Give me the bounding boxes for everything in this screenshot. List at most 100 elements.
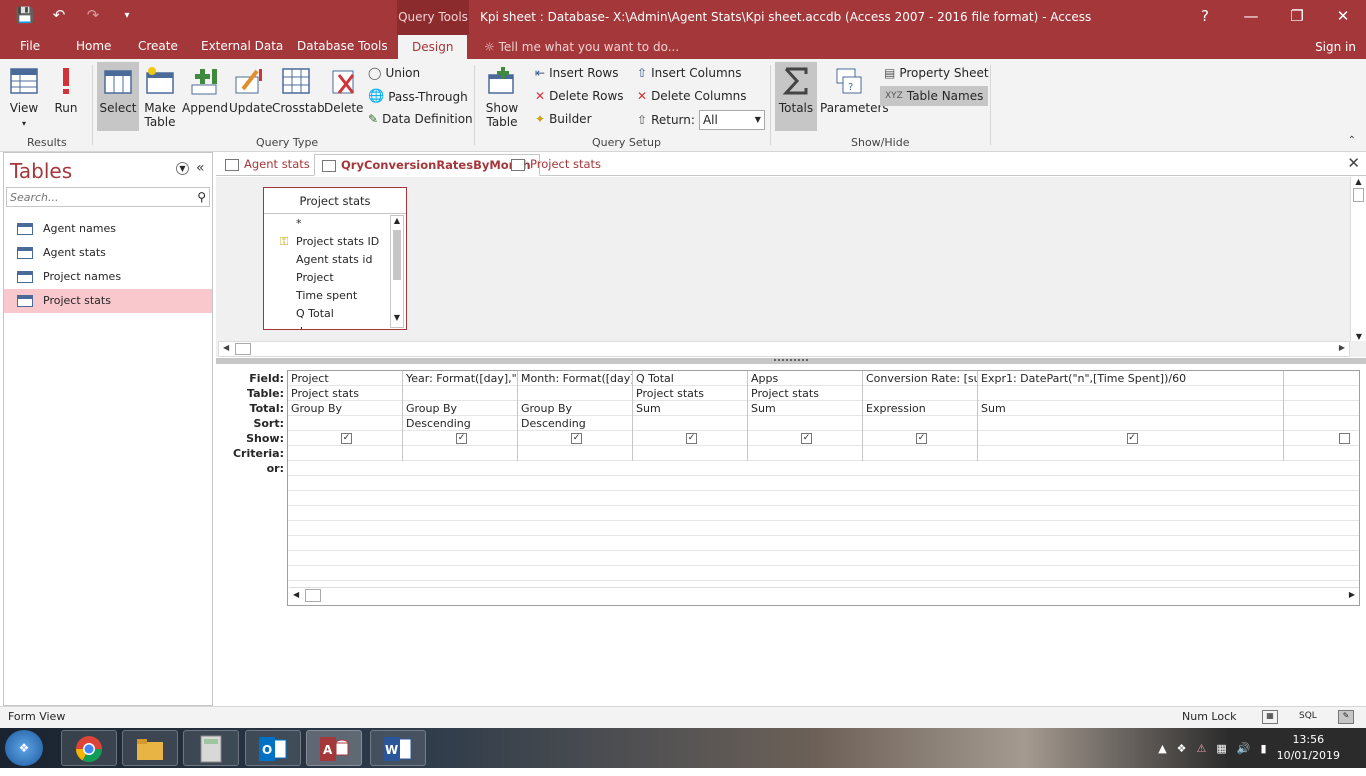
scroll-up-icon[interactable]: ▲ <box>391 216 403 230</box>
table-pane-vscrollbar[interactable]: ▲ ▼ <box>1350 177 1366 341</box>
redo-icon[interactable]: ↷ <box>82 6 104 24</box>
cell-field[interactable] <box>1284 371 1359 386</box>
field-item-key[interactable]: ⚿ Project stats ID <box>264 233 390 251</box>
scroll-thumb[interactable] <box>393 230 401 280</box>
sign-in-link[interactable]: Sign in <box>1315 40 1356 54</box>
field-list-scrollbar[interactable]: ▲ ▼ <box>390 215 404 328</box>
cell-total[interactable] <box>1284 401 1359 416</box>
cell-sort[interactable] <box>863 416 977 431</box>
view-button[interactable]: View ▾ <box>6 65 42 131</box>
show-hidden-icons-icon[interactable]: ▲ <box>1158 742 1166 755</box>
cell-table[interactable] <box>518 386 632 401</box>
scroll-thumb[interactable] <box>305 589 321 602</box>
delete-query-button[interactable]: Delete <box>324 65 363 131</box>
select-query-button[interactable]: Select <box>97 62 139 131</box>
clock[interactable]: 13:56 10/01/2019 <box>1277 732 1340 764</box>
network-warning-icon[interactable]: ⚠ <box>1197 742 1207 755</box>
close-document-icon[interactable]: ✕ <box>1347 154 1360 172</box>
show-checkbox[interactable]: ✓ <box>686 433 697 444</box>
append-button[interactable]: Append <box>182 65 228 131</box>
cell-criteria[interactable] <box>288 446 402 461</box>
cell-total[interactable]: Group By <box>403 401 517 416</box>
windows-start-icon[interactable]: ❖ <box>5 730 43 766</box>
scroll-thumb[interactable] <box>1353 188 1364 202</box>
undo-icon[interactable]: ↶ <box>48 6 70 24</box>
nav-item-project-names[interactable]: Project names <box>4 265 212 289</box>
design-view-icon[interactable]: ✎ <box>1338 710 1354 724</box>
make-table-button[interactable]: Make Table <box>143 65 177 131</box>
customize-qat-icon[interactable]: ▾ <box>116 10 138 21</box>
cell-field[interactable]: Q Total <box>633 371 747 386</box>
show-checkbox-unchecked[interactable] <box>1339 433 1350 444</box>
crosstab-button[interactable]: Crosstab <box>272 65 325 131</box>
run-button[interactable]: Run <box>50 65 82 131</box>
cell-sort[interactable]: Descending <box>518 416 632 431</box>
cell-table[interactable]: Project stats <box>748 386 862 401</box>
cell-table[interactable]: Project stats <box>633 386 747 401</box>
chrome-taskbar-icon[interactable] <box>61 730 117 766</box>
show-checkbox[interactable]: ✓ <box>341 433 352 444</box>
tab-design[interactable]: Design <box>398 35 468 59</box>
scroll-up-icon[interactable]: ▲ <box>1351 177 1366 186</box>
cell-field[interactable]: Apps <box>748 371 862 386</box>
pass-through-button[interactable]: 🌐 Pass-Through <box>368 89 468 104</box>
update-button[interactable]: Update <box>229 65 272 131</box>
cell-total[interactable]: Group By <box>288 401 402 416</box>
cell-criteria[interactable] <box>863 446 977 461</box>
scroll-thumb[interactable] <box>235 343 251 355</box>
delete-columns-button[interactable]: ✕ Delete Columns <box>637 89 747 103</box>
cell-field[interactable]: Expr1: DatePart("n",[Time Spent])/60 <box>978 371 1283 386</box>
collapse-pane-icon[interactable]: « <box>196 160 205 176</box>
tab-agent-stats[interactable]: Agent stats <box>218 154 318 176</box>
property-sheet-button[interactable]: ▤ Property Sheet <box>884 66 989 80</box>
builder-button[interactable]: ✦ Builder <box>535 112 592 126</box>
sql-view-button[interactable]: SQL <box>1299 711 1317 721</box>
volume-icon[interactable]: 🔊 <box>1237 742 1251 755</box>
field-list-project-stats[interactable]: Project stats * ⚿ Project stats ID Agent … <box>263 187 407 330</box>
cell-table[interactable]: Project stats <box>288 386 402 401</box>
cell-field[interactable]: Project <box>288 371 402 386</box>
nav-search-input[interactable] <box>7 188 187 206</box>
scroll-right-icon[interactable]: ▶ <box>1339 343 1345 352</box>
word-taskbar-icon[interactable]: W <box>370 730 426 766</box>
collapse-ribbon-icon[interactable]: ⌃ <box>1348 135 1356 146</box>
cell-total[interactable]: Sum <box>633 401 747 416</box>
show-checkbox[interactable]: ✓ <box>571 433 582 444</box>
restore-button[interactable]: ❐ <box>1274 0 1320 35</box>
cell-criteria[interactable] <box>518 446 632 461</box>
insert-columns-button[interactable]: ⇧ Insert Columns <box>637 66 742 80</box>
access-taskbar-icon[interactable]: A <box>306 730 362 766</box>
minimize-button[interactable]: — <box>1228 0 1274 35</box>
outlook-taskbar-icon[interactable]: O <box>245 730 301 766</box>
scroll-left-icon[interactable]: ◀ <box>293 590 299 599</box>
tab-create[interactable]: Create <box>138 39 178 53</box>
dropbox-icon[interactable]: ❖ <box>1177 742 1187 755</box>
file-explorer-taskbar-icon[interactable] <box>122 730 178 766</box>
cell-sort[interactable] <box>633 416 747 431</box>
calculator-taskbar-icon[interactable] <box>183 730 239 766</box>
cell-sort[interactable] <box>978 416 1283 431</box>
field-item[interactable]: day <box>264 323 390 329</box>
save-icon[interactable]: 💾 <box>14 6 36 24</box>
data-definition-button[interactable]: ✎ Data Definition <box>368 112 473 126</box>
cell-table[interactable] <box>1284 386 1359 401</box>
cell-field[interactable]: Conversion Rate: [sum <box>863 371 977 386</box>
show-checkbox[interactable]: ✓ <box>916 433 927 444</box>
field-item[interactable]: Q Total <box>264 305 390 323</box>
nav-item-project-stats[interactable]: Project stats <box>4 289 212 313</box>
tell-me-box[interactable]: ☼ Tell me what you want to do... <box>484 40 679 54</box>
cell-sort[interactable] <box>1284 416 1359 431</box>
show-checkbox[interactable]: ✓ <box>1126 433 1138 444</box>
cell-table[interactable] <box>863 386 977 401</box>
return-dropdown[interactable]: All ▼ <box>698 110 765 130</box>
datasheet-view-icon[interactable]: ▦ <box>1262 710 1278 724</box>
cell-total[interactable]: Expression <box>863 401 977 416</box>
show-checkbox[interactable]: ✓ <box>801 433 812 444</box>
tab-file[interactable]: File <box>20 39 40 53</box>
cell-criteria[interactable] <box>978 446 1283 461</box>
cell-sort[interactable] <box>288 416 402 431</box>
cell-criteria[interactable] <box>748 446 862 461</box>
field-item[interactable]: Time spent <box>264 287 390 305</box>
nav-menu-icon[interactable]: ▼ <box>176 162 189 175</box>
nav-item-agent-stats[interactable]: Agent stats <box>4 241 212 265</box>
